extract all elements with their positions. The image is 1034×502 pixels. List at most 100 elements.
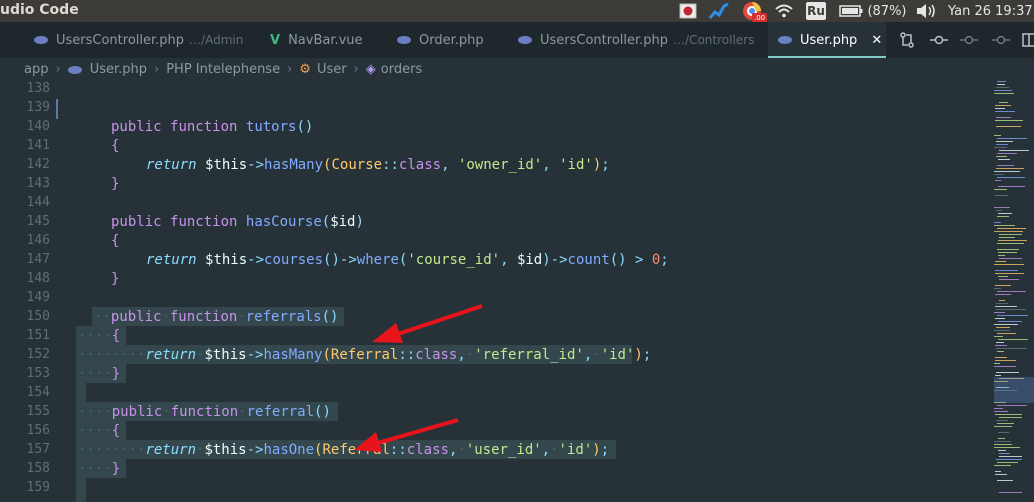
code-line-155: ····public·function·referral() (78, 404, 331, 420)
volume-icon[interactable] (914, 2, 938, 20)
function-name: referrals (245, 309, 322, 325)
minimap-line (995, 270, 1018, 271)
keyword: return (145, 347, 197, 363)
code-line-157: ········return·$this->hasOne(Referral::c… (78, 442, 610, 458)
keyboard-layout-indicator[interactable]: Ru (806, 2, 826, 20)
tab-label: User.php (800, 32, 858, 48)
minimap-line (997, 315, 1028, 316)
line-number: 156 (26, 423, 50, 438)
minimap-line (995, 105, 1011, 106)
tab-user-php[interactable]: User.php ✕ (768, 22, 886, 58)
minimap-line (994, 207, 1010, 208)
minimap-line (996, 303, 1008, 304)
split-editor-icon[interactable] (1018, 29, 1034, 51)
minimap-line (994, 189, 1007, 190)
php-file-icon (778, 36, 792, 44)
code-line-142: return $this->hasMany(Course::class, 'ow… (146, 157, 610, 173)
variable: $this (204, 442, 247, 458)
minimap[interactable] (994, 81, 1034, 502)
minimap-line (995, 261, 1006, 262)
keyword: class (406, 442, 449, 458)
breadcrumb-app[interactable]: app (24, 62, 48, 77)
record-indicator-icon[interactable] (678, 2, 698, 20)
line-number: 147 (26, 252, 50, 267)
minimap-line (997, 480, 1013, 481)
minimap-line (995, 306, 1017, 307)
minimap-line (996, 348, 1027, 349)
minimap-line (997, 228, 1026, 229)
network-monitor-icon[interactable] (708, 2, 730, 20)
previous-change-icon[interactable] (958, 29, 980, 51)
minimap-line (996, 156, 1007, 157)
operator: :: (389, 442, 407, 458)
code-line-141: { (111, 138, 119, 154)
variable: $this (205, 157, 248, 173)
git-commit-icon[interactable] (928, 29, 950, 51)
breadcrumb-file[interactable]: User.php (90, 62, 147, 77)
compare-changes-icon[interactable] (896, 29, 918, 51)
line-number: 148 (26, 271, 50, 286)
minimap-line (998, 255, 1005, 256)
line-number: 157 (26, 442, 50, 457)
minimap-line (996, 87, 1009, 88)
breadcrumb-language-server[interactable]: PHP Intelephense (166, 62, 280, 77)
function-name: hasCourse (245, 214, 322, 230)
line-number: 155 (26, 404, 50, 419)
brace: } (111, 176, 120, 192)
minimap-line (999, 492, 1022, 493)
tab-label: UsersController.php (56, 32, 185, 48)
tab-order-php[interactable]: Order.php (397, 22, 484, 58)
php-file-icon (67, 65, 82, 74)
tab-users-controller-admin[interactable]: UsersController.php …/Admin (34, 22, 243, 58)
minimap-line (995, 108, 1005, 109)
keyword: class (415, 347, 458, 363)
next-change-icon[interactable] (990, 29, 1012, 51)
close-icon[interactable]: ✕ (871, 33, 882, 48)
minimap-line (997, 81, 1006, 82)
minimap-line (998, 321, 1022, 322)
minimap-line (995, 111, 1015, 112)
minimap-line (994, 90, 1012, 91)
tab-navbar-vue[interactable]: V NavBar.vue (270, 22, 363, 58)
minimap-line (997, 291, 1026, 292)
keyword: return (146, 252, 197, 268)
clock[interactable]: Yan 26 19:37 (948, 2, 1034, 20)
tab-label: UsersController.php (540, 32, 669, 48)
code-editor[interactable]: 138 139 140 141 142 143 144 145 146 147 … (0, 81, 990, 502)
minimap-line (994, 408, 1003, 409)
breadcrumb-class[interactable]: User (317, 62, 347, 77)
line-number: 143 (26, 176, 50, 191)
minimap-line (999, 102, 1008, 103)
code-line-140: public function tutors() (111, 119, 314, 135)
method-cube-icon: ◈ (365, 62, 376, 77)
class-symbol-icon: ⚙ (299, 62, 311, 77)
line-number: 158 (26, 461, 50, 476)
code-line-150: ··public·function·referrals() (94, 309, 339, 325)
tab-users-controller[interactable]: UsersController.php …/Controllers (518, 22, 754, 58)
minimap-line (994, 222, 1001, 223)
battery-icon[interactable] (838, 2, 864, 20)
code-line-148: } (111, 271, 119, 287)
wifi-icon[interactable] (774, 2, 794, 20)
minimap-line (995, 120, 1023, 121)
method-call: courses (264, 252, 324, 268)
operator: -> (247, 252, 265, 268)
minimap-line (995, 357, 1007, 358)
minimap-line (996, 210, 1002, 211)
minimap-line (994, 225, 1015, 226)
minimap-line (997, 153, 1017, 154)
minimap-line (997, 351, 1004, 352)
brace: } (111, 461, 121, 477)
variable: $this (204, 347, 247, 363)
minimap-slider[interactable] (994, 377, 1034, 403)
brace: { (111, 328, 121, 344)
minimap-line (996, 327, 1010, 328)
minimap-line (996, 342, 1004, 343)
php-file-icon (34, 36, 48, 44)
minimap-line (995, 414, 1022, 415)
breadcrumb-method[interactable]: orders (381, 62, 422, 77)
battery-percentage: (87%) (867, 3, 907, 19)
minimap-line (996, 372, 1019, 373)
brace: { (111, 423, 121, 439)
minimap-line (997, 138, 1027, 139)
